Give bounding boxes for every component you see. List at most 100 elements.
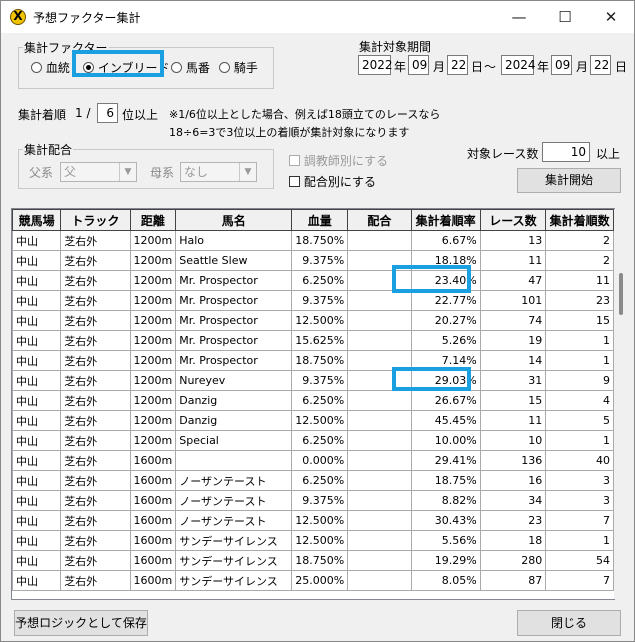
title-bar[interactable]: X 予想ファクター集計 — ☐ ✕ (1, 1, 634, 33)
table-cell[interactable]: 19 (479, 330, 547, 351)
table-cell[interactable]: 中山 (12, 350, 62, 371)
table-cell[interactable]: 芝右外 (60, 290, 131, 311)
to-month-field[interactable]: 09 (551, 55, 572, 75)
table-cell[interactable]: 1200m (129, 410, 177, 431)
table-row[interactable]: 中山 芝右外 1600m サンデーサイレンス 18.750% 19.29% 280 54 (12, 550, 614, 571)
table-row[interactable]: 中山 芝右外 1600m 0.000% 29.41% 136 40 (12, 450, 614, 471)
table-cell[interactable]: 5.26% (410, 330, 481, 351)
table-cell[interactable]: 6.67% (410, 230, 481, 251)
table-cell[interactable]: 16 (479, 470, 547, 491)
table-cell[interactable]: 1 (545, 330, 614, 351)
table-cell[interactable]: Seattle Slew (175, 250, 293, 271)
table-cell[interactable]: 1200m (129, 430, 177, 451)
table-cell[interactable]: 15 (545, 310, 614, 331)
table-cell[interactable] (347, 230, 412, 251)
vertical-scrollbar[interactable] (614, 209, 631, 599)
table-cell[interactable]: 47 (479, 270, 547, 291)
table-cell[interactable]: 19.29% (410, 550, 481, 571)
table-cell[interactable]: 6.250% (291, 270, 349, 291)
table-row[interactable]: 中山 芝右外 1600m ノーザンテースト 12.500% 30.43% 23 7 (12, 510, 614, 531)
table-cell[interactable]: 中山 (12, 330, 62, 351)
table-cell[interactable]: 1200m (129, 330, 177, 351)
table-cell[interactable]: 芝右外 (60, 550, 131, 571)
table-cell[interactable]: サンデーサイレンス (175, 550, 293, 571)
table-cell[interactable] (347, 430, 412, 451)
table-cell[interactable]: 26.67% (410, 390, 481, 411)
table-cell[interactable]: 12.500% (291, 530, 349, 551)
table-cell[interactable]: 101 (479, 290, 547, 311)
table-cell[interactable]: 1200m (129, 350, 177, 371)
races-field[interactable]: 10 (542, 142, 590, 162)
table-cell[interactable]: 中山 (12, 550, 62, 571)
table-cell[interactable]: 中山 (12, 370, 62, 391)
table-cell[interactable]: 10.00% (410, 430, 481, 451)
table-cell[interactable]: 中山 (12, 470, 62, 491)
col-header-venue[interactable]: 競馬場 (12, 209, 62, 231)
to-day-field[interactable]: 22 (590, 55, 611, 75)
table-cell[interactable]: 10 (479, 430, 547, 451)
table-cell[interactable] (175, 450, 293, 471)
table-cell[interactable]: 中山 (12, 310, 62, 331)
by-mating-checkbox[interactable]: 配合別にする (289, 173, 376, 190)
from-year-field[interactable]: 2022 (358, 55, 393, 75)
table-cell[interactable]: 0.000% (291, 450, 349, 471)
table-row[interactable]: 中山 芝右外 1200m Seattle Slew 9.375% 18.18% 11 2 (12, 250, 614, 271)
table-cell[interactable]: 1600m (129, 510, 177, 531)
to-year-field[interactable]: 2024 (501, 55, 536, 75)
table-cell[interactable]: 12.500% (291, 410, 349, 431)
table-cell[interactable]: 15 (479, 390, 547, 411)
table-cell[interactable]: 中山 (12, 390, 62, 411)
table-cell[interactable]: 芝右外 (60, 570, 131, 591)
table-row[interactable]: 中山 芝右外 1600m ノーザンテースト 6.250% 18.75% 16 3 (12, 470, 614, 491)
col-header-mating[interactable]: 配合 (347, 209, 412, 231)
table-cell[interactable]: 6.250% (291, 470, 349, 491)
table-cell[interactable]: 22.77% (410, 290, 481, 311)
table-cell[interactable]: 1600m (129, 550, 177, 571)
table-cell[interactable]: 40 (545, 450, 614, 471)
table-cell[interactable]: 18.750% (291, 230, 349, 251)
from-day-field[interactable]: 22 (447, 55, 468, 75)
table-cell[interactable]: 9 (545, 370, 614, 391)
table-cell[interactable] (347, 510, 412, 531)
table-cell[interactable] (347, 410, 412, 431)
table-cell[interactable]: Danzig (175, 390, 293, 411)
table-cell[interactable]: 1600m (129, 490, 177, 511)
radio-bloodline[interactable]: 血統 (31, 59, 70, 76)
table-cell[interactable]: 7 (545, 510, 614, 531)
table-cell[interactable]: 中山 (12, 530, 62, 551)
table-cell[interactable]: 11 (479, 250, 547, 271)
table-cell[interactable]: Mr. Prospector (175, 290, 293, 311)
table-cell[interactable] (347, 290, 412, 311)
table-cell[interactable]: 7 (545, 570, 614, 591)
table-cell[interactable]: 芝右外 (60, 370, 131, 391)
table-cell[interactable]: 芝右外 (60, 450, 131, 471)
table-cell[interactable]: 1200m (129, 230, 177, 251)
table-cell[interactable]: Mr. Prospector (175, 330, 293, 351)
table-cell[interactable]: 6.250% (291, 390, 349, 411)
table-cell[interactable]: 中山 (12, 250, 62, 271)
table-cell[interactable]: 74 (479, 310, 547, 331)
by-trainer-checkbox[interactable]: 調教師別にする (289, 152, 388, 169)
table-cell[interactable]: 3 (545, 470, 614, 491)
table-cell[interactable]: 87 (479, 570, 547, 591)
minimize-button[interactable]: — (496, 1, 542, 33)
table-cell[interactable]: サンデーサイレンス (175, 570, 293, 591)
table-cell[interactable] (347, 390, 412, 411)
table-cell[interactable] (347, 530, 412, 551)
table-cell[interactable]: サンデーサイレンス (175, 530, 293, 551)
table-cell[interactable]: 中山 (12, 270, 62, 291)
radio-jockey[interactable]: 騎手 (219, 59, 258, 76)
table-cell[interactable]: 1600m (129, 570, 177, 591)
table-cell[interactable]: 280 (479, 550, 547, 571)
table-cell[interactable]: 9.375% (291, 370, 349, 391)
table-cell[interactable]: 中山 (12, 410, 62, 431)
table-cell[interactable]: 芝右外 (60, 330, 131, 351)
table-cell[interactable]: 20.27% (410, 310, 481, 331)
rank-field[interactable]: 6 (97, 103, 118, 123)
table-cell[interactable]: 1200m (129, 370, 177, 391)
table-cell[interactable]: 14 (479, 350, 547, 371)
table-cell[interactable]: 9.375% (291, 250, 349, 271)
table-cell[interactable]: 中山 (12, 450, 62, 471)
table-cell[interactable]: 芝右外 (60, 510, 131, 531)
table-row[interactable]: 中山 芝右外 1600m サンデーサイレンス 12.500% 5.56% 18 1 (12, 530, 614, 551)
